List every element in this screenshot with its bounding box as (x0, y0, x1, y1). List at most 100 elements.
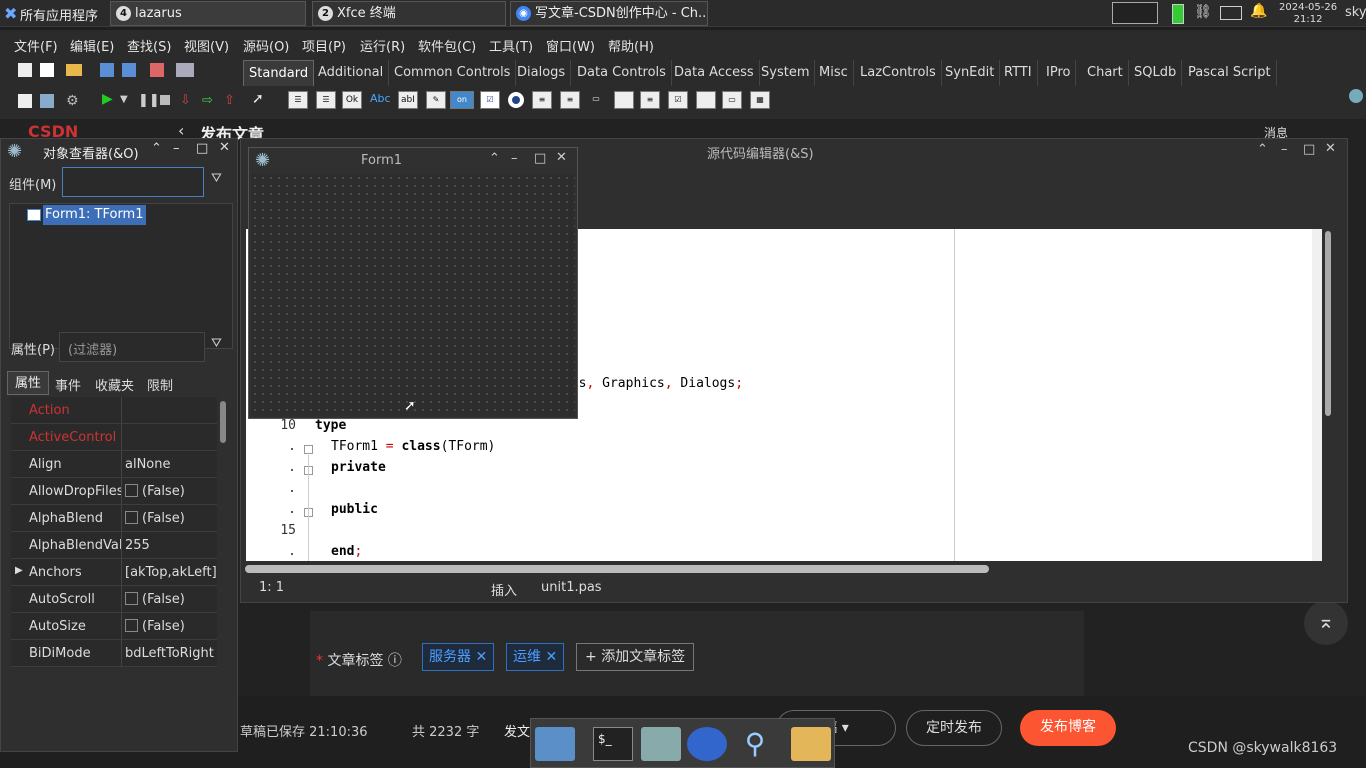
keyboard-icon[interactable] (1220, 6, 1242, 20)
property-row[interactable]: ▶ Anchors [akTop,akLeft] (11, 559, 217, 586)
tradiobutton-icon[interactable] (508, 92, 524, 108)
web-browser-icon[interactable] (687, 727, 727, 761)
step-into-icon[interactable]: ⇩ (180, 93, 191, 108)
tab-restricted[interactable]: 限制 (147, 375, 173, 394)
property-row[interactable]: Action (11, 397, 217, 424)
property-row[interactable]: AlphaBlendValue255 (11, 532, 217, 559)
menu-search[interactable]: 查找(S) (127, 36, 171, 55)
tlistbox-icon[interactable]: ≡ (532, 91, 552, 109)
property-row[interactable]: Align alNone (11, 451, 217, 478)
tgroupbox-icon[interactable] (614, 91, 634, 109)
close-icon[interactable]: ✕ (556, 150, 567, 165)
terminal-icon[interactable]: $_ (593, 727, 633, 761)
tpopupmenu-icon[interactable]: ☰ (316, 91, 336, 109)
workspace-switcher[interactable] (1112, 2, 1158, 24)
menu-run[interactable]: 运行(R) (360, 36, 405, 55)
checkbox[interactable] (125, 619, 138, 632)
property-row[interactable]: AllowDropFiles (False) (11, 478, 217, 505)
tedit-icon[interactable]: abI (398, 91, 418, 109)
horizontal-scrollbar[interactable] (245, 565, 989, 573)
save-icon[interactable] (100, 63, 114, 77)
property-filter-icon[interactable]: ⛛ (211, 336, 222, 351)
menu-project[interactable]: 项目(P) (302, 36, 346, 55)
maximize-icon[interactable]: □ (1303, 142, 1315, 157)
tab-synedit[interactable]: SynEdit (940, 60, 1001, 86)
form1-design-surface[interactable] (251, 174, 575, 416)
tab-events[interactable]: 事件 (55, 375, 81, 394)
tab-chart[interactable]: Chart (1082, 60, 1129, 86)
property-filter-input[interactable]: (过滤器) (59, 332, 205, 362)
tframe-icon[interactable]: ▭ (722, 91, 742, 109)
property-row[interactable]: AutoSize (False) (11, 613, 217, 640)
property-row[interactable]: BiDiMode bdLeftToRight (11, 640, 217, 667)
tbutton-icon[interactable]: Ok (342, 91, 362, 109)
chevron-up-icon[interactable]: ⌃ (489, 151, 500, 166)
checkbox[interactable] (125, 484, 138, 497)
bell-icon[interactable]: 🔔 (1250, 3, 1267, 19)
ttogglebox-icon[interactable]: on (450, 91, 474, 109)
new-form-icon[interactable] (40, 63, 54, 77)
task-browser[interactable]: ◉ 写文章-CSDN创作中心 - Ch... (510, 1, 708, 26)
new-unit-icon[interactable] (18, 63, 32, 77)
tab-properties[interactable]: 属性 (7, 371, 49, 395)
maximize-icon[interactable]: □ (196, 141, 208, 156)
tactionlist-icon[interactable]: ▦ (750, 91, 770, 109)
tab-standard[interactable]: Standard (243, 60, 315, 86)
tab-common-controls[interactable]: Common Controls (389, 60, 517, 86)
fold-marker-icon[interactable] (304, 445, 313, 454)
tab-sqldb[interactable]: SQLdb (1129, 60, 1183, 86)
desktop-icon[interactable] (535, 727, 575, 761)
tscrollbar-icon[interactable]: ▭ (586, 91, 606, 109)
filter-icon[interactable]: ⛛ (211, 171, 222, 186)
stop-icon[interactable] (160, 95, 170, 105)
network-icon[interactable]: ⛓ (1194, 4, 1212, 20)
schedule-button[interactable]: 定时发布 (906, 710, 1002, 746)
tab-lazcontrols[interactable]: LazControls (855, 60, 942, 86)
run-dropdown-icon[interactable]: ▼ (120, 94, 128, 105)
search-icon[interactable]: ⚲ (735, 727, 775, 761)
tree-item-form1[interactable]: Form1: TForm1 (43, 205, 146, 225)
save-all-icon[interactable] (122, 63, 136, 77)
tlabel-icon[interactable]: Abc (370, 91, 391, 109)
chevron-up-icon[interactable]: ⌃ (1257, 142, 1268, 157)
menu-edit[interactable]: 编辑(E) (70, 36, 114, 55)
menu-view[interactable]: 视图(V) (184, 36, 229, 55)
view-forms-icon[interactable] (176, 63, 194, 77)
menu-help[interactable]: 帮助(H) (608, 36, 654, 55)
task-lazarus[interactable]: 4 lazarus (110, 1, 306, 26)
tab-favorites[interactable]: 收藏夹 (95, 375, 134, 394)
tab-dialogs[interactable]: Dialogs (512, 60, 572, 86)
tab-data-access[interactable]: Data Access (669, 60, 760, 86)
apps-menu[interactable]: 所有应用程序 (20, 5, 98, 24)
menu-window[interactable]: 窗口(W) (546, 36, 595, 55)
tmemo-icon[interactable]: ✎ (426, 91, 446, 109)
open-icon[interactable] (66, 64, 82, 76)
menu-source[interactable]: 源码(O) (243, 36, 289, 55)
clock[interactable]: 2024-05-26 21:12 (1279, 2, 1337, 26)
xfce-menu-icon[interactable]: ✖ (4, 4, 17, 23)
tab-rtti[interactable]: RTTI (999, 60, 1038, 86)
folder-icon[interactable] (791, 727, 831, 761)
tab-misc[interactable]: Misc (814, 60, 854, 86)
expand-arrow-icon[interactable]: ▶ (15, 565, 23, 576)
property-row[interactable]: AlphaBlend (False) (11, 505, 217, 532)
property-row[interactable]: ActiveControl (11, 424, 217, 451)
tmainmenu-icon[interactable]: ☰ (288, 91, 308, 109)
grid-scrollbar[interactable] (220, 401, 226, 443)
publish-button[interactable]: 发布博客 (1020, 710, 1116, 746)
tag-chip[interactable]: 运维 ✕ (506, 643, 565, 671)
step-out-icon[interactable]: ⇧ (224, 93, 235, 108)
editor-vscrollbar[interactable] (1325, 231, 1331, 416)
tradiogroup-icon[interactable]: ≡ (640, 91, 660, 109)
menu-file[interactable]: 文件(F) (14, 36, 58, 55)
tab-ipro[interactable]: IPro (1041, 60, 1077, 86)
property-row[interactable]: AutoScroll (False) (11, 586, 217, 613)
tpanel-icon[interactable] (696, 91, 716, 109)
tab-data-controls[interactable]: Data Controls (572, 60, 672, 86)
palette-options-icon[interactable] (1349, 89, 1363, 103)
pointer-tool-icon[interactable]: ➚ (252, 91, 264, 107)
close-icon[interactable]: ✕ (219, 140, 230, 155)
tcombobox-icon[interactable]: ≡ (560, 91, 580, 109)
user-name[interactable]: sky (1345, 5, 1366, 20)
tab-system[interactable]: System (756, 60, 816, 86)
